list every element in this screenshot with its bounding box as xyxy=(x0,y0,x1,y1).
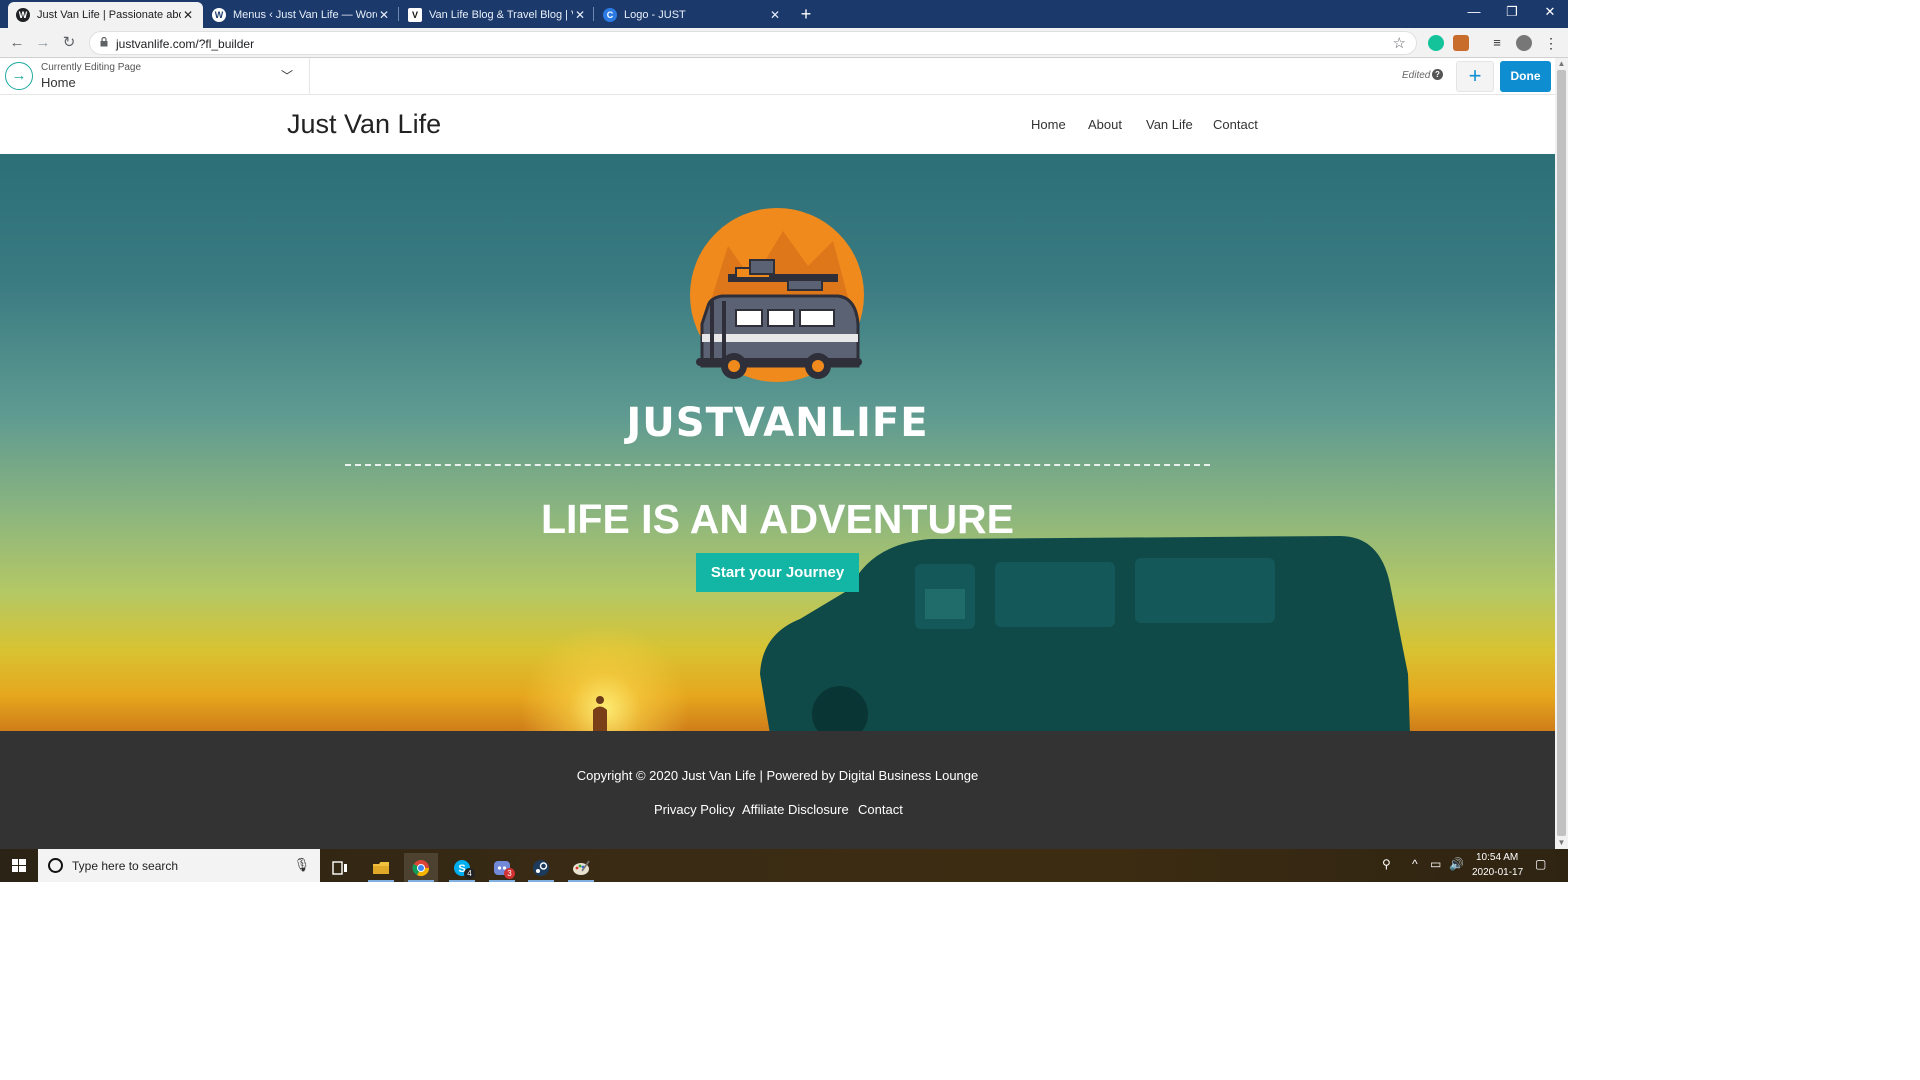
tab-title: Just Van Life | Passionate about a xyxy=(37,9,181,21)
close-window-button[interactable]: ✕ xyxy=(1531,0,1569,24)
lock-icon xyxy=(100,37,108,47)
active-indicator xyxy=(528,880,554,882)
footer-link-affiliate-disclosure[interactable]: Affiliate Disclosure xyxy=(742,802,849,817)
close-icon[interactable]: ✕ xyxy=(768,8,782,22)
nav-about[interactable]: About xyxy=(1088,117,1122,132)
wordpress-icon: W xyxy=(16,8,30,22)
tab-title: Menus ‹ Just Van Life — WordPress xyxy=(233,9,377,21)
more-menu-icon[interactable]: ⋮ xyxy=(1543,35,1559,51)
site-header: Just Van Life Home About Van Life Contac… xyxy=(0,95,1555,154)
builder-logo-icon[interactable]: → xyxy=(5,62,33,90)
dashed-divider xyxy=(345,464,1210,466)
just-van-life-logo xyxy=(690,208,864,382)
nav-contact[interactable]: Contact xyxy=(1213,117,1258,132)
chevron-down-icon[interactable]: ﹀ xyxy=(281,67,293,84)
cortana-icon xyxy=(48,858,63,873)
page-builder-bar: → Currently Editing Page Home ﹀ Edited ?… xyxy=(0,58,1555,95)
chrome-icon[interactable] xyxy=(404,853,438,882)
new-tab-button[interactable]: + xyxy=(795,4,817,24)
footer-link-contact[interactable]: Contact xyxy=(858,802,903,817)
extension-icon[interactable] xyxy=(1453,35,1469,51)
site-title[interactable]: Just Van Life xyxy=(287,109,441,140)
wordpress-icon: W xyxy=(212,8,226,22)
chevron-up-icon[interactable]: ^ xyxy=(1412,857,1418,871)
profile-avatar[interactable] xyxy=(1516,35,1532,51)
tab-title: Van Life Blog & Travel Blog | Van xyxy=(429,9,573,21)
edited-status: Edited xyxy=(1402,70,1431,81)
notifications-icon[interactable]: ▢ xyxy=(1535,857,1546,871)
canva-icon: C xyxy=(603,8,617,22)
minimize-button[interactable]: — xyxy=(1455,0,1493,24)
copyright-text: Copyright © 2020 Just Van Life | Powered… xyxy=(576,768,979,783)
task-view-icon[interactable] xyxy=(323,853,357,882)
microphone-icon[interactable]: 🎙 xyxy=(293,857,310,873)
tab-van-life-blog[interactable]: V Van Life Blog & Travel Blog | Van ✕ xyxy=(400,2,595,28)
active-indicator xyxy=(449,880,475,882)
start-journey-button[interactable]: Start your Journey xyxy=(696,553,859,592)
tab-separator xyxy=(398,7,399,21)
clock-time[interactable]: 10:54 AM xyxy=(1476,852,1518,863)
tab-logo-just[interactable]: C Logo - JUST ✕ xyxy=(595,2,790,28)
notification-badge: 4 xyxy=(464,868,475,879)
close-icon[interactable]: ✕ xyxy=(573,8,587,22)
media-controls-icon[interactable]: ≡ xyxy=(1489,35,1505,51)
search-placeholder: Type here to search xyxy=(72,859,179,873)
skype-icon[interactable]: S 4 xyxy=(445,853,479,882)
network-icon[interactable]: ▭ xyxy=(1430,857,1441,871)
close-icon[interactable]: ✕ xyxy=(377,8,391,22)
tab-title: Logo - JUST xyxy=(624,9,686,21)
restore-button[interactable]: ❐ xyxy=(1493,0,1531,24)
brand-wordmark: JUSTVANLIFE xyxy=(626,400,929,446)
discord-icon[interactable]: 3 xyxy=(485,853,519,882)
file-explorer-icon[interactable] xyxy=(364,853,398,882)
grammarly-icon[interactable] xyxy=(1428,35,1444,51)
divider xyxy=(309,58,310,95)
close-icon[interactable]: ✕ xyxy=(181,8,195,22)
footer-link-privacy-policy[interactable]: Privacy Policy xyxy=(654,802,735,817)
paint-icon[interactable] xyxy=(564,853,598,882)
windows-start-icon[interactable] xyxy=(0,849,38,882)
people-icon[interactable]: ⚲ xyxy=(1382,857,1391,871)
hero-headline: LIFE IS AN ADVENTURE xyxy=(540,496,1015,542)
reload-icon[interactable]: ↻ xyxy=(58,32,80,54)
hero-section: JUSTVANLIFE LIFE IS AN ADVENTURE Start y… xyxy=(0,154,1555,731)
volume-icon[interactable]: 🔊 xyxy=(1449,857,1464,871)
clock-date[interactable]: 2020-01-17 xyxy=(1472,867,1523,878)
forward-icon[interactable]: → xyxy=(32,32,54,54)
tab-menus[interactable]: W Menus ‹ Just Van Life — WordPress ✕ xyxy=(204,2,399,28)
steam-icon[interactable] xyxy=(524,853,558,882)
browser-tab-bar: W Just Van Life | Passionate about a ✕ W… xyxy=(0,0,1568,28)
active-indicator xyxy=(368,880,394,882)
active-indicator xyxy=(408,880,434,882)
active-indicator xyxy=(568,880,594,882)
scroll-down-icon[interactable]: ▼ xyxy=(1557,838,1566,848)
browser-toolbar: ← → ↻ justvanlife.com/?fl_builder ☆ ≡ ⋮ xyxy=(0,28,1568,58)
active-indicator xyxy=(489,880,515,882)
windows-taskbar: Type here to search 🎙 S 4 3 ⚲ ^ ▭ 🔊 10:5… xyxy=(0,849,1568,882)
scroll-up-icon[interactable]: ▲ xyxy=(1557,59,1566,69)
nav-van-life[interactable]: Van Life xyxy=(1146,117,1193,132)
editing-label: Currently Editing Page xyxy=(41,62,142,73)
page-scrollbar[interactable]: ▲ ▼ xyxy=(1555,58,1568,849)
bookmark-star-icon[interactable]: ☆ xyxy=(1393,34,1406,52)
url-text: justvanlife.com/?fl_builder xyxy=(116,37,255,51)
notification-badge: 3 xyxy=(504,868,515,879)
taskbar-search-box[interactable]: Type here to search 🎙 xyxy=(38,849,320,882)
tab-just-van-life[interactable]: W Just Van Life | Passionate about a ✕ xyxy=(8,2,203,28)
site-footer: Copyright © 2020 Just Van Life | Powered… xyxy=(0,731,1555,849)
tab-separator xyxy=(593,7,594,21)
nav-home[interactable]: Home xyxy=(1031,117,1066,132)
add-content-button[interactable]: + xyxy=(1456,61,1494,92)
v-icon: V xyxy=(408,8,422,22)
help-icon[interactable]: ? xyxy=(1432,69,1443,80)
done-button[interactable]: Done xyxy=(1500,61,1551,92)
person-silhouette xyxy=(593,696,607,731)
address-bar[interactable]: justvanlife.com/?fl_builder ☆ xyxy=(89,31,1417,55)
scroll-thumb[interactable] xyxy=(1557,70,1566,836)
back-icon[interactable]: ← xyxy=(6,32,28,54)
editing-page-name[interactable]: Home xyxy=(41,75,76,90)
